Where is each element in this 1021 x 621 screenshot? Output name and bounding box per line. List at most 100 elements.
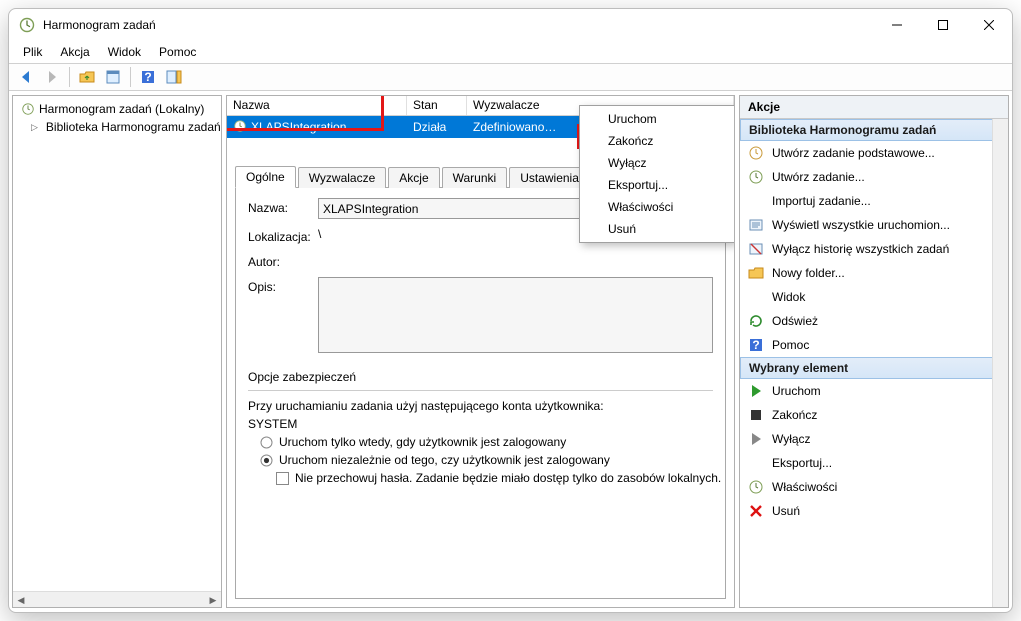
action-view-submenu[interactable]: Widok ▶ <box>740 285 1008 309</box>
menu-help[interactable]: Pomoc <box>151 43 204 61</box>
delete-icon <box>748 503 764 519</box>
security-account-text: Przy uruchamianiu zadania użyj następują… <box>248 399 713 413</box>
description-label: Opis: <box>248 277 318 294</box>
blank-icon <box>748 289 764 305</box>
import-icon <box>748 193 764 209</box>
export-icon <box>748 455 764 471</box>
ctx-properties[interactable]: Właściwości <box>582 196 732 218</box>
toolbar-properties[interactable] <box>102 66 124 88</box>
titlebar: Harmonogram zadań <box>9 9 1012 41</box>
radio-icon <box>260 454 273 467</box>
running-tasks-icon <box>748 217 764 233</box>
menubar: Plik Akcja Widok Pomoc <box>9 41 1012 63</box>
app-icon <box>19 17 35 33</box>
checkbox-icon <box>276 472 289 485</box>
tree-root[interactable]: Harmonogram zadań (Lokalny) <box>17 100 217 118</box>
tab-general[interactable]: Ogólne <box>235 166 296 188</box>
disable-history-icon <box>748 241 764 257</box>
tree-pane: Harmonogram zadań (Lokalny) ▷ Biblioteka… <box>12 95 222 608</box>
expand-icon[interactable]: ▷ <box>31 122 38 133</box>
action-create-basic-task[interactable]: Utwórz zadanie podstawowe... <box>740 141 1008 165</box>
toolbar-separator <box>130 67 131 87</box>
action-delete[interactable]: Usuń <box>740 499 1008 523</box>
horizontal-scrollbar[interactable]: ◀▶ <box>13 591 221 607</box>
center-pane: Nazwa Stan Wyzwalacze XLAPSIntegration D… <box>226 95 735 608</box>
radio-logged-on[interactable]: Uruchom tylko wtedy, gdy użytkownik jest… <box>279 435 566 449</box>
action-run[interactable]: Uruchom <box>740 379 1008 403</box>
action-help[interactable]: ? Pomoc <box>740 333 1008 357</box>
actions-section-library[interactable]: Biblioteka Harmonogramu zadań▲ <box>740 119 1008 141</box>
tab-triggers[interactable]: Wyzwalacze <box>298 167 387 188</box>
toolbar-separator <box>69 67 70 87</box>
tab-actions[interactable]: Akcje <box>388 167 439 188</box>
tree-library[interactable]: ▷ Biblioteka Harmonogramu zadań <box>17 118 217 136</box>
action-create-task[interactable]: Utwórz zadanie... <box>740 165 1008 189</box>
security-account: SYSTEM <box>248 417 713 431</box>
tree-root-label: Harmonogram zadań (Lokalny) <box>39 102 204 116</box>
col-state[interactable]: Stan <box>407 96 467 115</box>
vertical-scrollbar[interactable] <box>992 119 1008 607</box>
task-icon <box>233 119 247 136</box>
menu-action[interactable]: Akcja <box>52 43 97 61</box>
window-title: Harmonogram zadań <box>43 18 874 32</box>
actions-header: Akcje <box>740 96 1008 119</box>
action-disable[interactable]: Wyłącz <box>740 427 1008 451</box>
action-show-running[interactable]: Wyświetl wszystkie uruchomion... <box>740 213 1008 237</box>
actions-section-selected[interactable]: Wybrany element▲ <box>740 357 1008 379</box>
col-name[interactable]: Nazwa <box>227 96 407 115</box>
stop-icon <box>748 407 764 423</box>
close-button[interactable] <box>966 9 1012 41</box>
ctx-end[interactable]: Zakończ <box>582 130 732 152</box>
menu-file[interactable]: Plik <box>15 43 50 61</box>
action-properties[interactable]: Właściwości <box>740 475 1008 499</box>
minimize-button[interactable] <box>874 9 920 41</box>
tab-conditions[interactable]: Warunki <box>442 167 508 188</box>
create-task-icon <box>748 169 764 185</box>
check-no-password[interactable]: Nie przechowuj hasła. Zadanie będzie mia… <box>295 471 721 485</box>
refresh-icon <box>748 313 764 329</box>
toolbar-help[interactable]: ? <box>137 66 159 88</box>
action-export[interactable]: Eksportuj... <box>740 451 1008 475</box>
name-label: Nazwa: <box>248 198 318 215</box>
play-icon <box>748 383 764 399</box>
ctx-run[interactable]: Uruchom <box>582 108 732 130</box>
action-end[interactable]: Zakończ <box>740 403 1008 427</box>
tab-general-panel: Nazwa: Lokalizacja: \ Autor: Opis: <box>235 188 726 599</box>
ctx-disable[interactable]: Wyłącz <box>582 152 732 174</box>
action-disable-history[interactable]: Wyłącz historię wszystkich zadań <box>740 237 1008 261</box>
folder-icon <box>748 265 764 281</box>
app-window: Harmonogram zadań Plik Akcja Widok Pomoc… <box>8 8 1013 613</box>
nav-forward-button[interactable] <box>41 66 63 88</box>
divider <box>248 390 713 391</box>
ctx-delete[interactable]: Usuń <box>582 218 732 240</box>
maximize-button[interactable] <box>920 9 966 41</box>
tree-library-label: Biblioteka Harmonogramu zadań <box>46 120 221 134</box>
properties-icon <box>748 479 764 495</box>
tab-settings[interactable]: Ustawienia <box>509 167 590 188</box>
toolbar-show-actions[interactable] <box>163 66 185 88</box>
location-label: Lokalizacja: <box>248 227 318 244</box>
svg-text:?: ? <box>752 338 759 352</box>
radio-any-user[interactable]: Uruchom niezależnie od tego, czy użytkow… <box>279 453 610 467</box>
action-refresh[interactable]: Odśwież <box>740 309 1008 333</box>
task-state: Działa <box>407 120 467 134</box>
svg-text:?: ? <box>144 70 151 84</box>
author-label: Autor: <box>248 252 318 269</box>
toolbar: ? <box>9 63 1012 91</box>
task-scheduler-icon <box>21 102 35 116</box>
actions-pane: Akcje Biblioteka Harmonogramu zadań▲ Utw… <box>739 95 1009 608</box>
wizard-icon <box>748 145 764 161</box>
nav-back-button[interactable] <box>15 66 37 88</box>
help-icon: ? <box>748 337 764 353</box>
toolbar-folder-up[interactable] <box>76 66 98 88</box>
radio-icon <box>260 436 273 449</box>
ctx-export[interactable]: Eksportuj... <box>582 174 732 196</box>
action-new-folder[interactable]: Nowy folder... <box>740 261 1008 285</box>
task-name: XLAPSIntegration <box>251 120 346 134</box>
description-field[interactable] <box>318 277 713 353</box>
context-menu: Uruchom Zakończ Wyłącz Eksportuj... Właś… <box>579 105 735 243</box>
security-header: Opcje zabezpieczeń <box>248 370 713 384</box>
action-import-task[interactable]: Importuj zadanie... <box>740 189 1008 213</box>
menu-view[interactable]: Widok <box>100 43 149 61</box>
disable-icon <box>748 431 764 447</box>
